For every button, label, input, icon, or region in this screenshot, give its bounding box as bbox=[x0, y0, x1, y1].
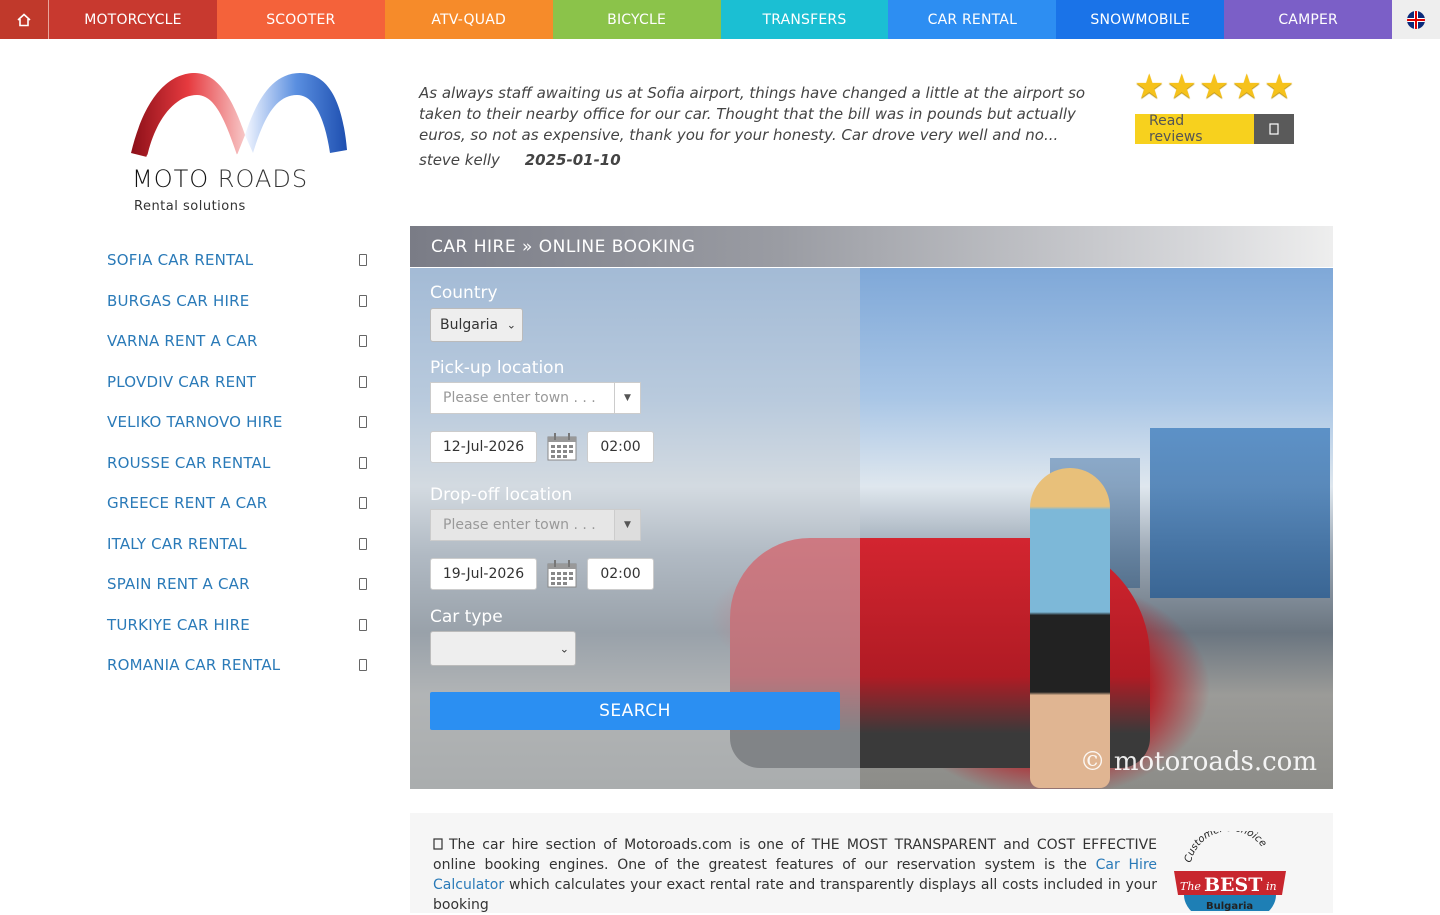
info-icon bbox=[433, 838, 443, 850]
dropoff-time-input[interactable]: 02:00 bbox=[587, 558, 654, 590]
sidebar-item-italy[interactable]: ITALY CAR RENTAL bbox=[107, 524, 367, 565]
pickup-label: Pick-up location bbox=[430, 358, 565, 378]
nav-bicycle[interactable]: BICYCLE bbox=[552, 0, 721, 39]
pickup-date-input[interactable]: 12-Jul-2026 bbox=[430, 431, 537, 463]
chevron-down-icon: ⌄ bbox=[506, 318, 516, 332]
review-author: steve kelly bbox=[419, 151, 500, 169]
chevron-right-icon bbox=[359, 456, 367, 469]
sidebar-item-plovdiv[interactable]: PLOVDIV CAR RENT bbox=[107, 362, 367, 403]
chevron-right-icon bbox=[359, 578, 367, 591]
chevron-right-icon bbox=[359, 497, 367, 510]
sidebar-item-greece[interactable]: GREECE RENT A CAR bbox=[107, 483, 367, 524]
chevron-right-icon bbox=[359, 537, 367, 550]
pickup-location-input[interactable]: Please enter town . . . ▼ bbox=[430, 382, 641, 414]
chevron-right-icon bbox=[359, 659, 367, 672]
star-icon: ★ bbox=[1263, 67, 1295, 107]
sidebar-item-burgas[interactable]: BURGAS CAR HIRE bbox=[107, 281, 367, 322]
site-logo[interactable]: MOTO ROADS Rental solutions bbox=[125, 65, 370, 215]
nav-car-rental[interactable]: CAR RENTAL bbox=[888, 0, 1057, 39]
booking-title: CAR HIRE » ONLINE BOOKING bbox=[410, 226, 1333, 267]
chevron-right-icon bbox=[359, 335, 367, 348]
car-type-select[interactable]: ⌄ bbox=[430, 631, 576, 666]
svg-text:Bulgaria: Bulgaria bbox=[1206, 901, 1253, 911]
dropoff-label: Drop-off location bbox=[430, 485, 573, 505]
star-icon: ★ bbox=[1134, 67, 1165, 107]
dropoff-date-input[interactable]: 19-Jul-2026 bbox=[430, 558, 537, 590]
customer-review: As always staff awaiting us at Sofia air… bbox=[419, 83, 1099, 169]
country-select[interactable]: Bulgaria ⌄ bbox=[430, 308, 523, 342]
sidebar-item-turkiye[interactable]: TURKIYE CAR HIRE bbox=[107, 605, 367, 646]
read-reviews-label: Read reviews bbox=[1135, 113, 1254, 145]
svg-text:BEST: BEST bbox=[1204, 874, 1262, 896]
info-section: The car hire section of Motoroads.com is… bbox=[410, 813, 1333, 913]
sidebar-item-varna[interactable]: VARNA RENT A CAR bbox=[107, 321, 367, 362]
rating-stars: ★ ★ ★ ★ ★ bbox=[1134, 70, 1294, 104]
star-icon: ★ bbox=[1231, 67, 1262, 107]
star-icon: ★ bbox=[1198, 67, 1230, 107]
language-selector[interactable] bbox=[1392, 0, 1440, 39]
chevron-right-icon bbox=[359, 294, 367, 307]
sidebar-item-veliko-tarnovo[interactable]: VELIKO TARNOVO HIRE bbox=[107, 402, 367, 443]
svg-text:Customer's choice: Customer's choice bbox=[1183, 831, 1268, 864]
uk-flag-icon bbox=[1407, 10, 1426, 29]
nav-camper[interactable]: CAMPER bbox=[1224, 0, 1393, 39]
car-type-label: Car type bbox=[430, 607, 503, 627]
brand-name: MOTO ROADS bbox=[132, 165, 309, 193]
nav-scooter[interactable]: SCOOTER bbox=[216, 0, 385, 39]
sidebar-item-rousse[interactable]: ROUSSE CAR RENTAL bbox=[107, 443, 367, 484]
search-button[interactable]: SEARCH bbox=[430, 692, 840, 730]
sidebar-item-spain[interactable]: SPAIN RENT A CAR bbox=[107, 564, 367, 605]
chevron-right-icon bbox=[359, 254, 367, 267]
dropoff-location-input[interactable]: Please enter town . . . ▼ bbox=[430, 509, 641, 541]
best-in-bulgaria-badge: Customer's choice The BEST in Bulgaria bbox=[1174, 831, 1286, 911]
sidebar-item-romania[interactable]: ROMANIA CAR RENTAL bbox=[107, 645, 367, 686]
home-button[interactable] bbox=[0, 0, 49, 39]
calendar-icon[interactable] bbox=[547, 560, 577, 588]
nav-atv-quad[interactable]: ATV-QUAD bbox=[384, 0, 553, 39]
reviews-icon bbox=[1254, 114, 1294, 144]
country-label: Country bbox=[430, 283, 498, 303]
calendar-icon[interactable] bbox=[547, 433, 577, 461]
brand-tagline: Rental solutions bbox=[134, 199, 246, 214]
read-reviews-button[interactable]: Read reviews bbox=[1135, 113, 1294, 145]
nav-motorcycle[interactable]: MOTORCYCLE bbox=[48, 0, 217, 39]
sidebar-item-sofia[interactable]: SOFIA CAR RENTAL bbox=[107, 240, 367, 281]
sidebar-nav: SOFIA CAR RENTAL BURGAS CAR HIRE VARNA R… bbox=[107, 240, 367, 686]
booking-panel: CAR HIRE » ONLINE BOOKING © motoroads.co… bbox=[410, 226, 1333, 789]
chevron-right-icon bbox=[359, 375, 367, 388]
caret-down-icon[interactable]: ▼ bbox=[614, 510, 640, 540]
review-text: As always staff awaiting us at Sofia air… bbox=[419, 84, 1086, 144]
info-text: The car hire section of Motoroads.com is… bbox=[433, 837, 1158, 913]
pickup-time-input[interactable]: 02:00 bbox=[587, 431, 654, 463]
nav-transfers[interactable]: TRANSFERS bbox=[720, 0, 889, 39]
chevron-right-icon bbox=[359, 618, 367, 631]
review-date: 2025-01-10 bbox=[524, 151, 621, 169]
home-icon bbox=[17, 12, 31, 26]
roads-logo-icon bbox=[131, 73, 347, 158]
caret-down-icon[interactable]: ▼ bbox=[614, 383, 640, 413]
chevron-down-icon: ⌄ bbox=[559, 642, 569, 655]
star-icon: ★ bbox=[1166, 67, 1197, 107]
svg-text:in: in bbox=[1266, 880, 1277, 893]
nav-snowmobile[interactable]: SNOWMOBILE bbox=[1056, 0, 1225, 39]
photo-watermark: © motoroads.com bbox=[1079, 747, 1317, 777]
chevron-right-icon bbox=[359, 416, 367, 429]
svg-text:The: The bbox=[1180, 880, 1201, 893]
top-navigation: MOTORCYCLE SCOOTER ATV-QUAD BICYCLE TRAN… bbox=[0, 0, 1440, 39]
